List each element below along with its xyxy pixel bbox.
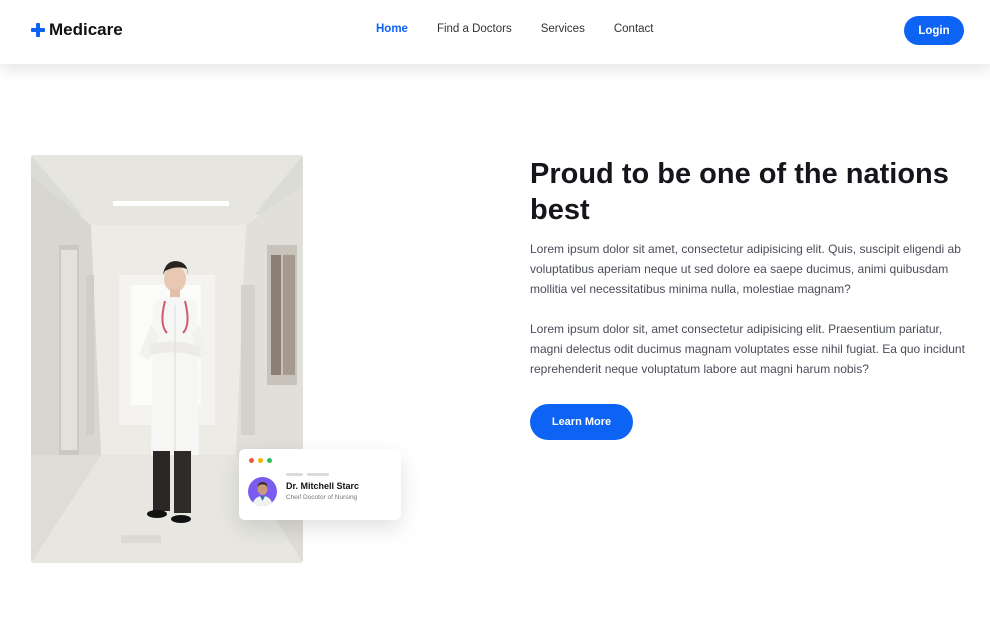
nav-link-find-doctors[interactable]: Find a Doctors <box>437 23 512 35</box>
doctor-name: Dr. Mitchell Starc <box>286 481 360 491</box>
hero-heading: Proud to be one of the nations best <box>530 158 949 226</box>
learn-more-button[interactable]: Learn More <box>530 404 633 440</box>
nav-links: Home Find a Doctors Services Contact <box>376 23 653 35</box>
dot-green <box>267 458 272 463</box>
brand-name: Medicare <box>49 20 123 39</box>
hero-paragraph-2: Lorem ipsum dolor sit, amet consectetur … <box>530 322 965 376</box>
plus-cross-icon <box>31 23 45 37</box>
window-dots <box>249 458 272 463</box>
dot-yellow <box>258 458 263 463</box>
dot-red <box>249 458 254 463</box>
doctor-card[interactable]: Dr. Mitchell Starc Cheif Docotor of Nurs… <box>239 449 401 520</box>
navbar: Medicare Home Find a Doctors Services Co… <box>0 0 990 64</box>
hero-paragraph-1: Lorem ipsum dolor sit amet, consectetur … <box>530 242 961 296</box>
placeholder-line <box>307 473 329 476</box>
nav-link-contact[interactable]: Contact <box>614 23 654 35</box>
placeholder-line <box>286 473 303 476</box>
login-button[interactable]: Login <box>904 16 964 45</box>
doctor-role: Cheif Docotor of Nursing <box>286 494 358 501</box>
placeholder-lines <box>286 473 329 476</box>
brand-logo[interactable]: Medicare <box>31 20 123 40</box>
nav-link-services[interactable]: Services <box>541 23 585 35</box>
nav-link-home[interactable]: Home <box>376 23 408 35</box>
doctor-avatar <box>248 477 277 506</box>
